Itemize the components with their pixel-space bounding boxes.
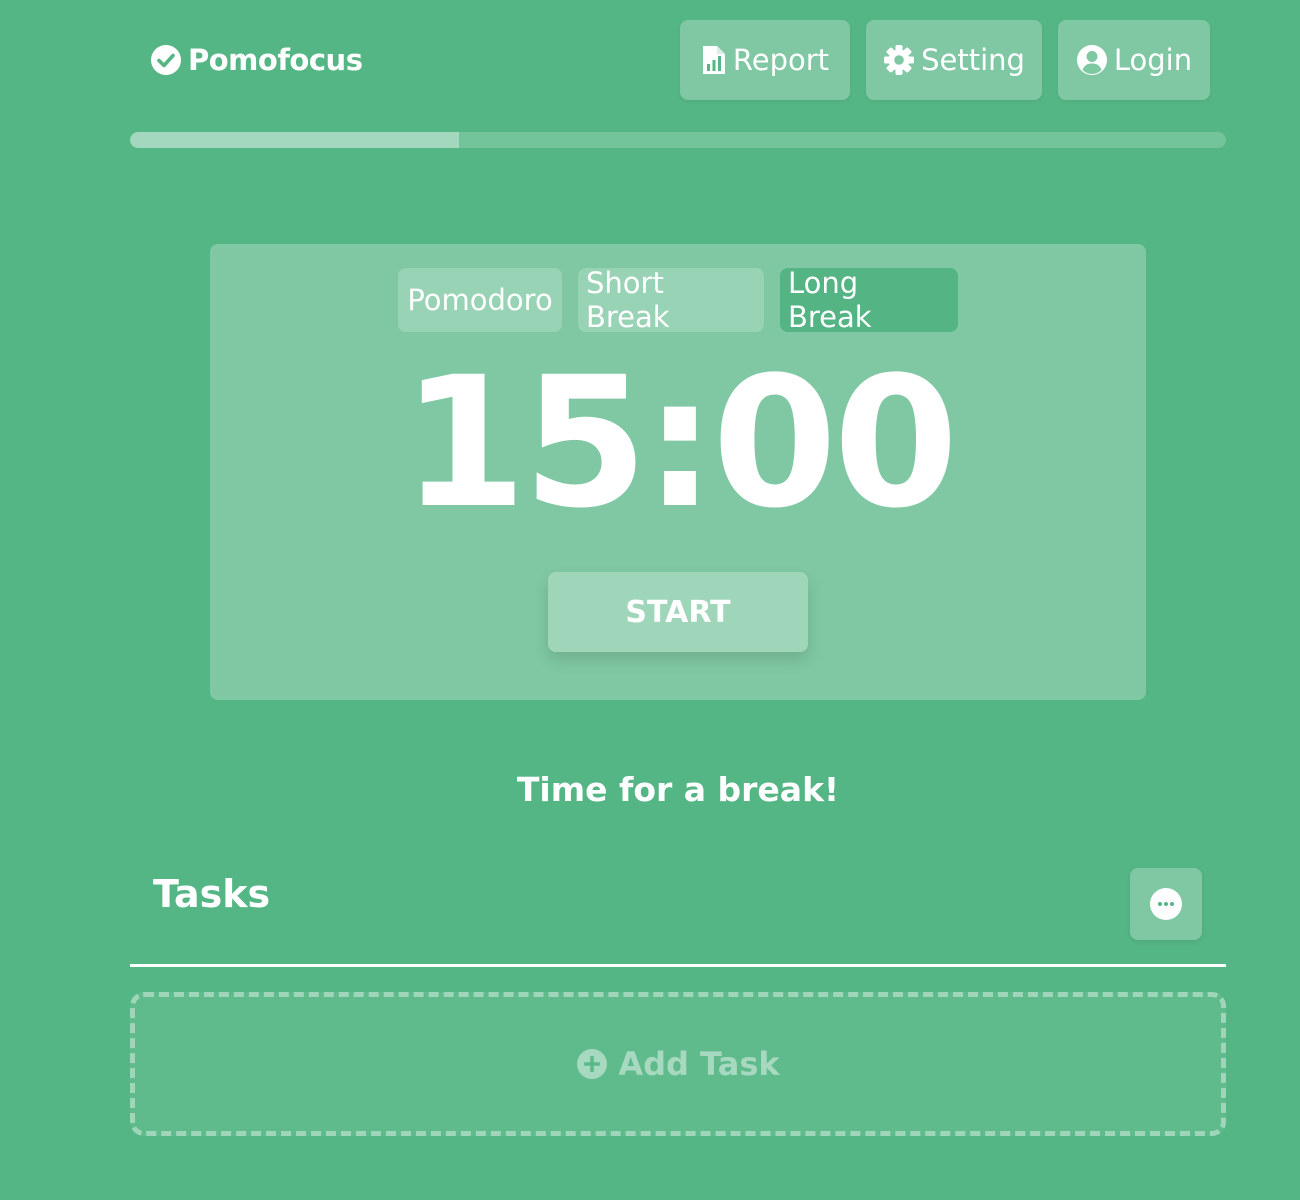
header: Pomofocus Report Setting Login: [130, 20, 1210, 100]
user-circle-icon: [1076, 45, 1107, 75]
mode-tabs: Pomodoro Short Break Long Break: [398, 266, 958, 334]
tab-pomodoro[interactable]: Pomodoro: [398, 268, 562, 332]
app-name: Pomofocus: [188, 43, 363, 77]
timer-card: Pomodoro Short Break Long Break 15:00 ST…: [210, 244, 1146, 700]
tasks-menu-button[interactable]: [1130, 868, 1202, 940]
add-task-label: Add Task: [618, 1045, 780, 1083]
add-task-button[interactable]: Add Task: [130, 992, 1226, 1136]
tasks-header: Tasks: [130, 860, 1226, 967]
progress-bar: [130, 132, 1226, 148]
start-button[interactable]: START: [548, 572, 808, 652]
time-display: 15:00: [401, 339, 959, 548]
tasks-title: Tasks: [153, 872, 271, 916]
setting-label: Setting: [921, 43, 1025, 77]
progress-fill: [130, 132, 459, 148]
login-button[interactable]: Login: [1058, 20, 1210, 100]
tab-short-break[interactable]: Short Break: [578, 266, 764, 334]
setting-button[interactable]: Setting: [866, 20, 1042, 100]
report-label: Report: [732, 43, 830, 77]
plus-circle-icon: [577, 1049, 608, 1079]
login-label: Login: [1113, 43, 1193, 77]
report-chart-icon: [702, 46, 725, 74]
logo[interactable]: Pomofocus: [150, 40, 363, 80]
report-button[interactable]: Report: [680, 20, 850, 100]
check-circle-icon: [151, 45, 181, 75]
more-dots-icon: [1150, 888, 1182, 920]
tab-long-break[interactable]: Long Break: [780, 266, 958, 334]
status-message: Time for a break!: [516, 770, 840, 809]
gear-icon: [884, 45, 915, 75]
